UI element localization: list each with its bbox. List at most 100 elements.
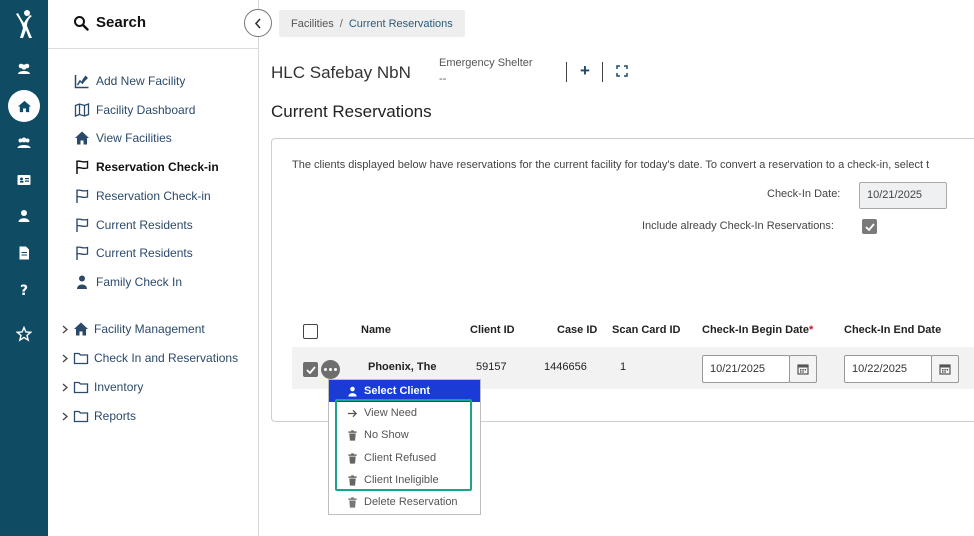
nav-item-label: Current Residents <box>96 246 193 260</box>
nav-group-label: Reports <box>94 409 137 423</box>
nav-item-reservation-check-in[interactable]: Reservation Check-in <box>74 186 211 206</box>
column-header-end-date[interactable]: Check-In End Date <box>844 324 941 336</box>
trash-icon <box>348 429 357 441</box>
collapse-sidebar-button[interactable] <box>244 9 272 37</box>
menu-item-label: Delete Reservation <box>364 496 458 508</box>
chevron-left-icon <box>254 17 261 29</box>
logo-icon[interactable] <box>10 8 38 40</box>
trash-icon <box>348 496 357 508</box>
nav-item-add-new-facility[interactable]: Add New Facility <box>74 71 185 91</box>
menu-item-label: View Need <box>364 407 417 419</box>
begin-date-calendar-button[interactable] <box>789 355 817 383</box>
help-icon[interactable]: ? <box>12 278 36 302</box>
user-icon[interactable] <box>12 204 36 228</box>
nav-item-view-facilities[interactable]: View Facilities <box>74 128 172 148</box>
nav-group-label: Facility Management <box>94 322 205 336</box>
row-checkbox[interactable] <box>303 362 318 377</box>
facility-name: HLC Safebay NbN <box>271 63 411 82</box>
checkin-date-label: Check-In Date: <box>767 188 841 200</box>
chevron-right-icon <box>62 412 68 420</box>
search-header[interactable]: Search <box>48 0 259 49</box>
star-icon[interactable] <box>12 322 36 346</box>
select-all-checkbox[interactable] <box>303 324 318 339</box>
trash-icon <box>348 474 357 486</box>
check-icon <box>305 365 316 374</box>
required-marker: * <box>808 324 814 336</box>
flag-icon <box>76 189 89 203</box>
folder-icon <box>73 352 89 365</box>
document-icon[interactable] <box>12 241 36 265</box>
nav-group-facility-management[interactable]: Facility Management <box>62 319 205 339</box>
checkin-date-field[interactable]: 10/21/2025 <box>859 182 947 209</box>
search-icon <box>74 16 89 31</box>
menu-item-client-ineligible[interactable]: Client Ineligible <box>329 469 480 491</box>
breadcrumb-facilities[interactable]: Facilities <box>291 18 334 30</box>
home-icon[interactable] <box>8 90 40 122</box>
divider <box>566 62 567 82</box>
nav-group-label: Check In and Reservations <box>94 351 239 365</box>
people-icon[interactable] <box>12 57 36 81</box>
menu-item-label: Client Refused <box>364 452 437 464</box>
folder-icon <box>73 410 89 423</box>
end-date-calendar-button[interactable] <box>931 355 959 383</box>
person-icon <box>77 275 87 289</box>
folder-icon <box>73 381 89 394</box>
column-header-scan-card-id[interactable]: Scan Card ID <box>612 324 680 336</box>
begin-date-input[interactable]: 10/21/2025 <box>702 355 790 383</box>
include-checked-in-checkbox[interactable] <box>862 219 877 234</box>
house-icon <box>75 131 89 145</box>
menu-item-select-client[interactable]: Select Client <box>329 380 480 402</box>
row-actions-menu: Select Client View Need No Show Client R… <box>328 379 481 515</box>
trash-icon <box>348 452 357 464</box>
nav-item-label: Reservation Check-in <box>96 189 211 203</box>
column-header-case-id[interactable]: Case ID <box>557 324 597 336</box>
row-actions-button[interactable] <box>321 360 340 379</box>
cell-client-id: 59157 <box>476 361 507 373</box>
nav-item-current-residents-2[interactable]: Current Residents <box>74 243 193 263</box>
flag-icon <box>76 218 89 232</box>
nav-item-facility-dashboard[interactable]: Facility Dashboard <box>74 100 195 120</box>
menu-item-label: Client Ineligible <box>364 474 439 486</box>
end-date-input[interactable]: 10/22/2025 <box>844 355 932 383</box>
nav-item-label: Add New Facility <box>96 74 186 88</box>
menu-item-no-show[interactable]: No Show <box>329 424 480 446</box>
column-header-begin-date[interactable]: Check-In Begin Date* <box>702 324 813 336</box>
facility-type-value: -- <box>439 73 447 85</box>
search-label: Search <box>96 14 147 31</box>
id-card-icon[interactable] <box>12 168 36 192</box>
nav-group-label: Inventory <box>94 380 144 394</box>
chevron-right-icon <box>62 354 68 362</box>
house-icon <box>74 322 88 336</box>
breadcrumb-current[interactable]: Current Reservations <box>349 18 453 30</box>
page-title: Current Reservations <box>271 102 432 121</box>
cell-case-id: 1446656 <box>544 361 587 373</box>
panel-description: The clients displayed below have reserva… <box>292 159 930 171</box>
menu-item-label: No Show <box>364 429 409 441</box>
expand-icon[interactable] <box>615 64 629 78</box>
nav-item-reservation-check-in-active[interactable]: Reservation Check-in <box>74 157 219 177</box>
nav-group-reports[interactable]: Reports <box>62 406 136 426</box>
person-icon <box>348 386 357 397</box>
menu-item-delete-reservation[interactable]: Delete Reservation <box>329 491 480 513</box>
map-icon <box>74 103 90 117</box>
app-rail: ? <box>0 0 48 536</box>
nav-group-check-in-and-reservations[interactable]: Check In and Reservations <box>62 348 238 368</box>
facility-type: Emergency Shelter <box>439 57 533 69</box>
nav-item-current-residents[interactable]: Current Residents <box>74 215 193 235</box>
check-icon <box>864 222 875 231</box>
flag-icon <box>76 160 89 174</box>
calendar-icon <box>939 364 951 375</box>
nav-item-family-check-in[interactable]: Family Check In <box>74 272 182 292</box>
nav-item-label: Facility Dashboard <box>96 103 196 117</box>
chart-edit-icon <box>74 75 89 89</box>
menu-item-client-refused[interactable]: Client Refused <box>329 447 480 469</box>
add-button[interactable]: + <box>577 62 593 80</box>
column-header-name[interactable]: Name <box>361 324 391 336</box>
group-icon[interactable] <box>12 131 36 155</box>
menu-item-view-need[interactable]: View Need <box>329 402 480 424</box>
menu-item-label: Select Client <box>364 385 431 397</box>
nav-group-inventory[interactable]: Inventory <box>62 377 143 397</box>
nav-item-label: Current Residents <box>96 218 193 232</box>
cell-name: Phoenix, The <box>368 361 437 373</box>
column-header-client-id[interactable]: Client ID <box>470 324 515 336</box>
